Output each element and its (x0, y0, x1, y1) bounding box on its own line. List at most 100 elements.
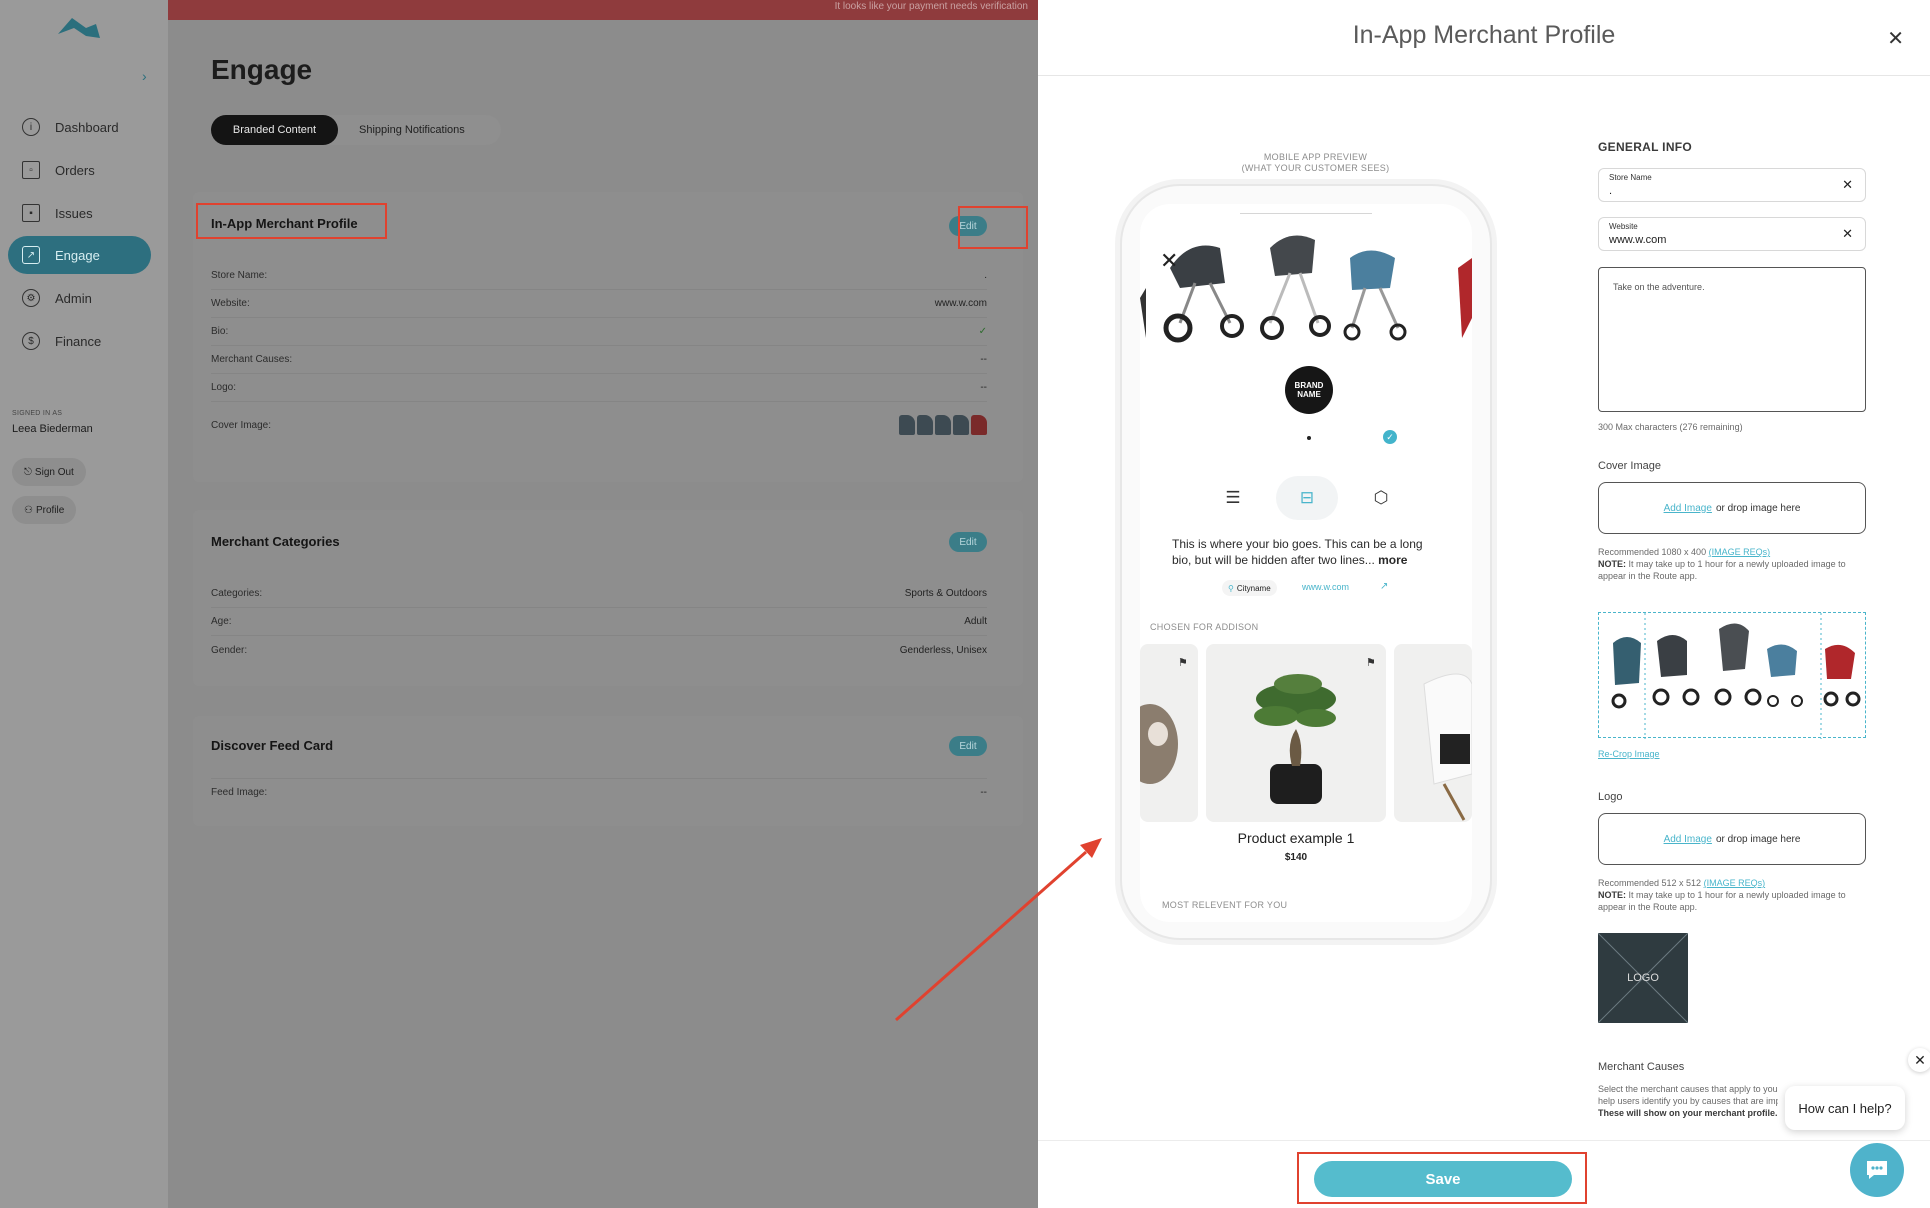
route-logo (58, 18, 100, 38)
gear-icon: ⚙ (22, 289, 40, 307)
nav-engage[interactable]: ↗ Engage (8, 236, 151, 274)
row-label: Bio: (211, 326, 229, 337)
gender-row: Gender: Genderless, Unisex (211, 636, 987, 664)
merchant-profile-panel: In-App Merchant Profile ✕ MOBILE APP PRE… (1038, 0, 1930, 1208)
row-label: Merchant Causes: (211, 354, 293, 365)
row-value: www.w.com (934, 298, 987, 309)
sign-out-icon: ⎋ (24, 466, 32, 478)
store-name-label: Store Name (1609, 173, 1652, 182)
document-icon[interactable]: ☰ (1202, 476, 1264, 520)
cover-image-hint: Recommended 1080 x 400 (IMAGE REQs) NOTE… (1598, 546, 1868, 582)
product-name: Product example 1 (1237, 830, 1355, 846)
website-field[interactable]: Website www.w.com ✕ (1598, 217, 1866, 251)
close-icon[interactable]: ✕ (1160, 248, 1178, 274)
profile-button[interactable]: ⚇ Profile (12, 496, 77, 524)
bookmark-icon[interactable]: ⚑ (1178, 656, 1190, 670)
collapse-chevron-icon[interactable]: › (142, 68, 147, 84)
page-title: Engage (211, 54, 313, 85)
nav-label: Admin (55, 290, 92, 306)
nav-admin[interactable]: ⚙ Admin (8, 279, 151, 317)
card-title: Discover Feed Card (211, 738, 334, 753)
shopping-bag-icon[interactable]: ⊟ (1276, 476, 1338, 520)
website-value[interactable]: www.w.com (1609, 234, 1666, 246)
row-value: Genderless, Unisex (899, 644, 987, 656)
nav-label: Finance (55, 333, 102, 349)
help-bubble[interactable]: How can I help? (1785, 1086, 1905, 1130)
merchant-causes-heading: Merchant Causes (1598, 1061, 1685, 1073)
row-label: Logo: (211, 382, 237, 393)
nav-label: Dashboard (55, 119, 119, 135)
row-label: Feed Image: (211, 787, 268, 798)
clear-icon[interactable]: ✕ (1842, 177, 1853, 193)
drop-text: or drop image here (1715, 833, 1801, 845)
recrop-image-link[interactable]: Re-Crop Image (1598, 749, 1660, 759)
location-pin-icon: ⚲ (1228, 583, 1234, 593)
cover-image-crop[interactable] (1598, 612, 1866, 739)
categories-row: Categories: Sports & Outdoors (211, 580, 987, 608)
causes-bold: These will show on your merchant profile… (1598, 1108, 1778, 1118)
signed-in-label: SIGNED IN AS (12, 410, 63, 417)
row-label: Cover Image: (211, 419, 272, 431)
product-card-1[interactable]: ⚑ (1206, 644, 1386, 822)
external-link-icon[interactable]: ↗ (1380, 581, 1388, 592)
cover-image-row: Cover Image: (211, 404, 987, 446)
cover-image-dropzone[interactable]: Add Image or drop image here (1598, 482, 1866, 534)
row-value: -- (980, 787, 987, 798)
logo-row: Logo: -- (211, 374, 987, 402)
sign-out-label: Sign Out (34, 466, 74, 478)
row-label: Gender: (211, 644, 248, 656)
product-card-left[interactable]: ⚑ (1140, 644, 1198, 822)
bio-text: This is where your bio goes. This can be… (1172, 536, 1442, 568)
store-name-value[interactable]: . (1609, 185, 1612, 197)
sidebar: › i Dashboard ▫ Orders ▪ Issues ↗ Engage… (0, 0, 168, 1208)
phone-preview: ✕ BRAND NAME ✓ ☰ ⊟ ⬡ This is where your … (1120, 184, 1492, 940)
preview-label-line-1: MOBILE APP PREVIEW (1263, 152, 1368, 162)
nav-orders[interactable]: ▫ Orders (8, 151, 151, 189)
store-name-field[interactable]: Store Name . ✕ (1598, 168, 1866, 202)
row-value: -- (980, 354, 987, 365)
main-content: Engage Branded Content Shipping Notifica… (168, 20, 1038, 1208)
product-card-right[interactable] (1394, 644, 1472, 822)
panel-title: In-App Merchant Profile (1352, 21, 1616, 49)
clear-icon[interactable]: ✕ (1842, 226, 1853, 242)
note-text: It may take up to 1 hour for a newly upl… (1598, 890, 1846, 912)
close-icon[interactable]: ✕ (1887, 26, 1904, 51)
logo-dropzone[interactable]: Add Image or drop image here (1598, 813, 1866, 865)
highlight-box-edit (958, 206, 1028, 249)
cover-image-heading: Cover Image (1598, 460, 1661, 472)
drop-text: or drop image here (1715, 502, 1801, 514)
edit-feed-card-button[interactable]: Edit (949, 736, 987, 756)
bookmark-icon[interactable]: ⚑ (1366, 656, 1378, 670)
sign-out-button[interactable]: ⎋ Sign Out (12, 458, 86, 486)
panel-header: In-App Merchant Profile ✕ (1038, 0, 1930, 76)
merchant-categories-card: Merchant Categories Edit Categories: Spor… (193, 510, 1023, 686)
city-label: Cityname (1236, 583, 1271, 593)
close-help-icon[interactable]: ✕ (1908, 1048, 1930, 1072)
age-row: Age: Adult (211, 608, 987, 636)
nav-finance[interactable]: $ Finance (8, 322, 151, 360)
nav-dashboard[interactable]: i Dashboard (8, 108, 151, 146)
tab-branded-content[interactable]: Branded Content (211, 115, 338, 145)
brand-logo-placeholder: BRAND NAME (1285, 366, 1333, 414)
user-icon: ⚇ (24, 504, 33, 516)
add-cover-image-link[interactable]: Add Image (1664, 503, 1712, 514)
add-logo-image-link[interactable]: Add Image (1664, 834, 1712, 845)
highlight-box-save (1297, 1152, 1587, 1204)
cover-image-thumbnail (899, 415, 987, 435)
image-reqs-link[interactable]: (IMAGE REQs) (1704, 878, 1766, 888)
more-link[interactable]: more (1378, 553, 1407, 567)
most-relevant-label: MOST RELEVENT FOR YOU (1162, 900, 1288, 910)
product-price: $140 (1284, 852, 1308, 863)
note-text: It may take up to 1 hour for a newly upl… (1598, 559, 1846, 581)
discover-feed-card: Discover Feed Card Edit Feed Image: -- (193, 716, 1023, 826)
bio-textarea[interactable]: Take on the adventure. (1598, 267, 1866, 412)
website-link[interactable]: www.w.com (1302, 582, 1349, 592)
chat-button[interactable] (1850, 1143, 1904, 1197)
edit-categories-button[interactable]: Edit (949, 532, 987, 552)
nav-issues[interactable]: ▪ Issues (8, 194, 151, 232)
image-reqs-link[interactable]: (IMAGE REQs) (1709, 547, 1771, 557)
box-icon[interactable]: ⬡ (1350, 476, 1412, 520)
feed-image-row: Feed Image: -- (211, 778, 987, 806)
chosen-for-label: CHOSEN FOR ADDISON (1150, 622, 1259, 632)
tab-shipping-notifications[interactable]: Shipping Notifications (359, 115, 465, 145)
